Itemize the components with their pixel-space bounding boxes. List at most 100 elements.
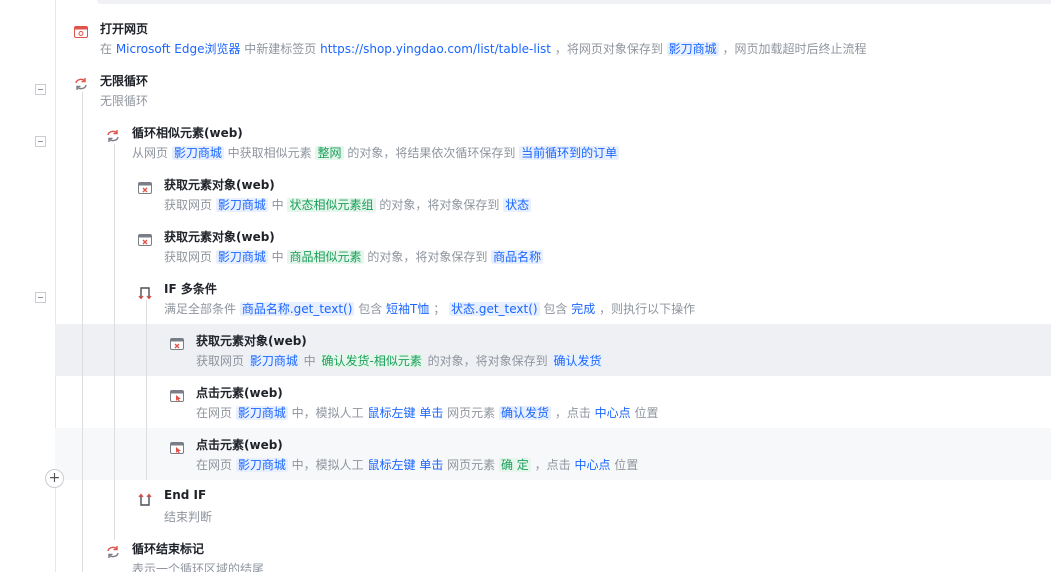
desc-text: ，点击 bbox=[551, 406, 595, 420]
variable-tag[interactable]: 当前循环到的订单 bbox=[519, 146, 620, 160]
desc-text: ，将网页对象保存到 bbox=[551, 42, 667, 56]
desc-text: 中 bbox=[267, 198, 288, 212]
variable-tag[interactable]: 影刀商城 bbox=[215, 250, 268, 264]
param-value[interactable]: 单击 bbox=[419, 406, 443, 420]
param-value[interactable]: 单击 bbox=[419, 458, 443, 472]
step-description: 在 Microsoft Edge浏览器 中新建标签页 https://shop.… bbox=[100, 40, 866, 57]
step-title: End IF bbox=[164, 488, 207, 502]
desc-text: 在网页 bbox=[196, 406, 236, 420]
desc-text: 位置 bbox=[610, 458, 639, 472]
web-element-icon bbox=[138, 232, 152, 246]
step-description: 从网页 影刀商城 中获取相似元素 整网 的对象，将结果依次循环保存到 当前循环到… bbox=[132, 144, 620, 161]
step-title: 循环相似元素(web) bbox=[132, 126, 243, 140]
param-value[interactable]: 完成 bbox=[571, 302, 595, 316]
variable-tag[interactable]: 状态 bbox=[503, 198, 532, 212]
step-title: 获取元素对象(web) bbox=[196, 334, 307, 348]
element-tag[interactable]: 状态相似元素组 bbox=[287, 198, 376, 212]
desc-text: 表示一个循环区域的结尾 bbox=[132, 562, 265, 572]
step-title: 循环结束标记 bbox=[132, 542, 205, 556]
param-value[interactable]: 鼠标左键 bbox=[367, 406, 415, 420]
param-value[interactable]: 中心点 bbox=[574, 458, 610, 472]
desc-text: ，点击 bbox=[530, 458, 575, 472]
desc-text: 中 bbox=[299, 354, 320, 368]
desc-text: 网页元素 bbox=[443, 406, 499, 420]
param-value[interactable]: https://shop.yingdao.com/list/table-list bbox=[320, 42, 551, 56]
variable-tag[interactable]: 影刀商城 bbox=[235, 406, 288, 420]
step-description: 在网页 影刀商城 中，模拟人工 鼠标左键 单击 网页元素 确 定 ，点击 中心点… bbox=[196, 456, 638, 473]
desc-text: 位置 bbox=[630, 406, 659, 420]
desc-text: 满足全部条件 bbox=[164, 302, 240, 316]
step-description: 获取网页 影刀商城 中 商品相似元素 的对象，将对象保存到 商品名称 bbox=[164, 248, 544, 265]
variable-tag[interactable]: 商品名称 bbox=[491, 250, 544, 264]
element-tag[interactable]: 商品相似元素 bbox=[287, 250, 364, 264]
browser-open-icon bbox=[74, 24, 88, 38]
if-nesting-line bbox=[146, 300, 147, 480]
variable-tag[interactable]: 确认发货 bbox=[551, 354, 604, 368]
step-title: 获取元素对象(web) bbox=[164, 230, 275, 244]
loop-icon bbox=[74, 76, 88, 90]
step-description: 无限循环 bbox=[100, 92, 148, 109]
step-title: 获取元素对象(web) bbox=[164, 178, 275, 192]
top-scroll-strip bbox=[97, 0, 1051, 4]
desc-text: ； bbox=[429, 302, 450, 316]
step-title: 点击元素(web) bbox=[196, 438, 283, 452]
variable-tag[interactable]: 状态.get_text() bbox=[449, 302, 540, 316]
desc-text: 中 bbox=[267, 250, 288, 264]
desc-text: 中新建标签页 bbox=[240, 42, 321, 56]
desc-text: 中，模拟人工 bbox=[287, 458, 368, 472]
collapse-toggle-if[interactable] bbox=[35, 292, 46, 303]
desc-text: 网页元素 bbox=[443, 458, 499, 472]
desc-text: 包含 bbox=[539, 302, 572, 316]
variable-tag[interactable]: 影刀商城 bbox=[215, 198, 268, 212]
desc-text: 获取网页 bbox=[164, 198, 216, 212]
element-tag[interactable]: 整网 bbox=[315, 146, 344, 160]
web-element-icon bbox=[170, 336, 184, 350]
loop-icon bbox=[106, 544, 120, 558]
desc-text: 的对象，将结果依次循环保存到 bbox=[343, 146, 520, 160]
step-description: 获取网页 影刀商城 中 状态相似元素组 的对象，将对象保存到 状态 bbox=[164, 196, 532, 213]
web-element-icon bbox=[138, 180, 152, 194]
param-value[interactable]: 短袖T恤 bbox=[386, 302, 429, 316]
end-if-icon bbox=[138, 492, 152, 506]
element-tag[interactable]: 确 定 bbox=[498, 458, 531, 472]
collapse-toggle-loop-similar[interactable] bbox=[35, 136, 46, 147]
variable-tag[interactable]: 确认发货 bbox=[498, 406, 551, 420]
click-element-icon bbox=[170, 440, 184, 454]
step-description: 获取网页 影刀商城 中 确认发货-相似元素 的对象，将对象保存到 确认发货 bbox=[196, 352, 604, 369]
desc-text: ，则执行以下操作 bbox=[595, 302, 696, 316]
desc-text: ，网页加载超时后终止流程 bbox=[718, 42, 867, 56]
collapse-toggle-infinite-loop[interactable] bbox=[35, 84, 46, 95]
loop-nesting-line bbox=[82, 92, 83, 572]
step-description: 满足全部条件 商品名称.get_text() 包含 短袖T恤 ； 状态.get_… bbox=[164, 300, 695, 317]
param-value[interactable]: 鼠标左键 bbox=[367, 458, 415, 472]
param-value[interactable]: 中心点 bbox=[595, 406, 631, 420]
add-step-button[interactable]: + bbox=[45, 469, 64, 488]
desc-text: 的对象，将对象保存到 bbox=[423, 354, 552, 368]
step-title: 点击元素(web) bbox=[196, 386, 283, 400]
step-title: 无限循环 bbox=[100, 74, 149, 88]
loop-similar-nesting-line bbox=[114, 144, 115, 540]
variable-tag[interactable]: 影刀商城 bbox=[666, 42, 719, 56]
desc-text: 中，模拟人工 bbox=[287, 406, 368, 420]
desc-text: 结束判断 bbox=[164, 510, 213, 524]
step-description: 在网页 影刀商城 中，模拟人工 鼠标左键 单击 网页元素 确认发货 ，点击 中心… bbox=[196, 404, 658, 421]
desc-text: 中获取相似元素 bbox=[223, 146, 316, 160]
desc-text: 无限循环 bbox=[100, 94, 149, 108]
desc-text: 获取网页 bbox=[164, 250, 216, 264]
step-title: IF 多条件 bbox=[164, 282, 217, 296]
step-description: 结束判断 bbox=[164, 508, 212, 525]
step-title: 打开网页 bbox=[100, 22, 149, 36]
variable-tag[interactable]: 商品名称.get_text() bbox=[239, 302, 355, 316]
variable-tag[interactable]: 影刀商城 bbox=[235, 458, 288, 472]
variable-tag[interactable]: 影刀商城 bbox=[247, 354, 300, 368]
desc-text: 的对象，将对象保存到 bbox=[375, 198, 504, 212]
desc-text: 包含 bbox=[354, 302, 387, 316]
element-tag[interactable]: 确认发货-相似元素 bbox=[319, 354, 424, 368]
desc-text: 获取网页 bbox=[196, 354, 248, 368]
desc-text: 的对象，将对象保存到 bbox=[363, 250, 492, 264]
param-value[interactable]: Microsoft Edge浏览器 bbox=[116, 42, 241, 56]
variable-tag[interactable]: 影刀商城 bbox=[171, 146, 224, 160]
desc-text: 在网页 bbox=[196, 458, 236, 472]
if-branch-icon bbox=[138, 284, 152, 300]
desc-text: 在 bbox=[100, 42, 116, 56]
